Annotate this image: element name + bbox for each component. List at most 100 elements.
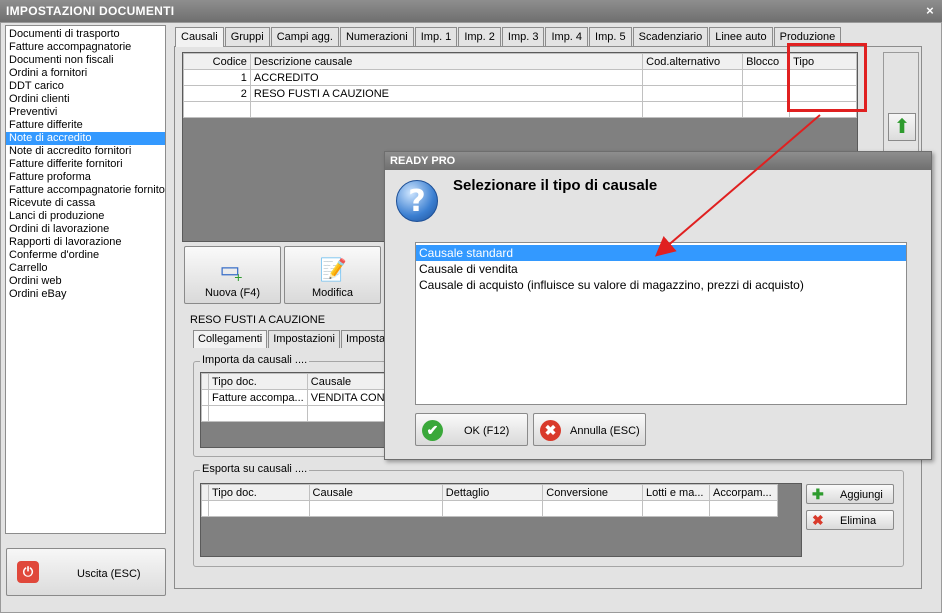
- subtab-imposta[interactable]: Imposta: [340, 330, 391, 348]
- doc-list-item[interactable]: Conferme d'ordine: [6, 249, 165, 262]
- table-cell[interactable]: [542, 500, 644, 517]
- column-header[interactable]: Blocco: [742, 53, 791, 70]
- causale-type-dialog: READY PRO ? Selezionare il tipo di causa…: [384, 151, 932, 460]
- move-up-icon[interactable]: ⬆: [888, 113, 916, 141]
- dialog-prompt: Selezionare il tipo di causale: [453, 177, 658, 194]
- causale-type-option[interactable]: Causale standard: [416, 245, 906, 261]
- doc-list-item[interactable]: Carrello: [6, 262, 165, 275]
- export-grid: Tipo doc. Causale Dettaglio Conversione Lott…: [200, 483, 802, 557]
- table-cell[interactable]: 1: [183, 69, 251, 86]
- column-header[interactable]: Lotti e ma...: [642, 484, 710, 501]
- import-grid: Tipo doc. Causale Fatture accompa... VENDIT…: [200, 372, 400, 448]
- doc-list-item[interactable]: Fatture proforma: [6, 171, 165, 184]
- doc-list-item[interactable]: Fatture differite: [6, 119, 165, 132]
- add-button[interactable]: ✚ Aggiungi: [806, 484, 894, 504]
- column-header[interactable]: Cod.alternativo: [642, 53, 744, 70]
- edit-button[interactable]: 📝 Modifica: [284, 246, 381, 304]
- table-cell[interactable]: [642, 69, 744, 86]
- column-header[interactable]: Conversione: [542, 484, 644, 501]
- close-icon[interactable]: ×: [926, 0, 934, 22]
- column-header[interactable]: Causale: [308, 484, 443, 501]
- causale-type-list[interactable]: Causale standard Causale di vendita Causal…: [415, 242, 907, 405]
- tab-linee-auto[interactable]: Linee auto: [709, 27, 773, 46]
- doc-list-item[interactable]: Ordini a fornitori: [6, 67, 165, 80]
- column-header[interactable]: Codice: [183, 53, 251, 70]
- table-cell[interactable]: Fatture accompa...: [208, 389, 308, 406]
- doc-list-item[interactable]: Rapporti di lavorazione: [6, 236, 165, 249]
- column-header[interactable]: Accorpam...: [708, 484, 779, 501]
- table-cell[interactable]: [742, 85, 791, 102]
- tab-imp-2[interactable]: Imp. 2: [458, 27, 501, 46]
- tab-imp-3[interactable]: Imp. 3: [501, 27, 545, 46]
- table-cell[interactable]: [208, 405, 308, 422]
- subtab-collegamenti[interactable]: Collegamenti: [193, 330, 268, 348]
- empty-row[interactable]: [201, 405, 400, 422]
- table-header-row: Tipo doc. Causale: [201, 373, 400, 390]
- subtab-impostazioni[interactable]: Impostazioni: [268, 330, 340, 348]
- table-cell[interactable]: ACCREDITO: [249, 69, 644, 86]
- doc-list-item[interactable]: Note di accredito: [6, 132, 165, 145]
- table-cell[interactable]: [708, 500, 779, 517]
- tab-gruppi[interactable]: Gruppi: [224, 27, 270, 46]
- tab-numerazioni[interactable]: Numerazioni: [339, 27, 414, 46]
- doc-list-item[interactable]: Preventivi: [6, 106, 165, 119]
- doc-list-item[interactable]: Ordini di lavorazione: [6, 223, 165, 236]
- table-cell[interactable]: [201, 405, 209, 422]
- new-button[interactable]: ▭+ Nuova (F4): [184, 246, 281, 304]
- table-row[interactable]: 2 RESO FUSTI A CAUZIONE: [183, 85, 857, 102]
- doc-list-item[interactable]: Note di accredito fornitori: [6, 145, 165, 158]
- tab-imp-1[interactable]: Imp. 1: [414, 27, 458, 46]
- table-cell[interactable]: [441, 500, 544, 517]
- table-cell[interactable]: [742, 101, 791, 118]
- doc-list-item[interactable]: Fatture accompagnatorie fornito: [6, 184, 165, 197]
- doc-list-item[interactable]: Documenti di trasporto: [6, 28, 165, 41]
- causale-type-option[interactable]: Causale di acquisto (influisce su valore…: [416, 277, 906, 293]
- table-cell[interactable]: [201, 500, 209, 517]
- new-button-label: Nuova (F4): [204, 287, 261, 299]
- tab-imp-4[interactable]: Imp. 4: [545, 27, 589, 46]
- table-row[interactable]: 1 ACCREDITO: [183, 69, 857, 86]
- import-group-title: Importa da causali ....: [200, 354, 310, 366]
- table-cell[interactable]: [208, 500, 310, 517]
- doc-list-item[interactable]: Documenti non fiscali: [6, 54, 165, 67]
- table-cell[interactable]: [642, 500, 710, 517]
- column-header[interactable]: Tipo doc.: [208, 373, 308, 390]
- empty-row[interactable]: [183, 101, 857, 118]
- empty-row[interactable]: [201, 500, 779, 517]
- document-type-list[interactable]: Documenti di trasporto Fatture accompagna…: [5, 25, 166, 534]
- tab-imp-5[interactable]: Imp. 5: [589, 27, 632, 46]
- doc-list-item[interactable]: Ordini eBay: [6, 288, 165, 301]
- tab-causali[interactable]: Causali: [175, 27, 224, 47]
- annotation-highlight-box: [787, 43, 867, 112]
- doc-list-item[interactable]: Fatture accompagnatorie: [6, 41, 165, 54]
- doc-list-item[interactable]: Fatture differite fornitori: [6, 158, 165, 171]
- window-titlebar: IMPOSTAZIONI DOCUMENTI ×: [0, 0, 942, 22]
- table-cell[interactable]: 2: [183, 85, 251, 102]
- doc-list-item[interactable]: Ordini clienti: [6, 93, 165, 106]
- table-row[interactable]: Fatture accompa... VENDITA CON F: [201, 389, 400, 406]
- table-cell[interactable]: [308, 500, 443, 517]
- table-cell[interactable]: RESO FUSTI A CAUZIONE: [249, 85, 644, 102]
- delete-button[interactable]: ✖ Elimina: [806, 510, 894, 530]
- table-cell[interactable]: [642, 85, 744, 102]
- column-header[interactable]: Descrizione causale: [249, 53, 644, 70]
- doc-list-item[interactable]: Lanci di produzione: [6, 210, 165, 223]
- column-header[interactable]: Dettaglio: [441, 484, 544, 501]
- doc-list-item[interactable]: Ricevute di cassa: [6, 197, 165, 210]
- tab-scadenziario[interactable]: Scadenziario: [632, 27, 709, 46]
- table-header-row: Codice Descrizione causale Cod.alternativo…: [183, 53, 857, 70]
- doc-list-item[interactable]: DDT carico: [6, 80, 165, 93]
- exit-button[interactable]: ⏻ Uscita (ESC): [6, 548, 166, 596]
- table-cell[interactable]: [742, 69, 791, 86]
- table-cell[interactable]: [183, 101, 251, 118]
- causale-type-option[interactable]: Causale di vendita: [416, 261, 906, 277]
- table-cell[interactable]: [642, 101, 744, 118]
- column-header[interactable]: Tipo doc.: [208, 484, 310, 501]
- tab-campi-agg[interactable]: Campi agg.: [270, 27, 339, 46]
- delete-icon: ✖: [812, 512, 824, 528]
- doc-list-item[interactable]: Ordini web: [6, 275, 165, 288]
- table-cell[interactable]: [249, 101, 644, 118]
- ok-button[interactable]: ✔ OK (F12): [415, 413, 528, 446]
- cancel-button[interactable]: ✖ Annulla (ESC): [533, 413, 646, 446]
- checkmark-icon: ✔: [422, 420, 443, 441]
